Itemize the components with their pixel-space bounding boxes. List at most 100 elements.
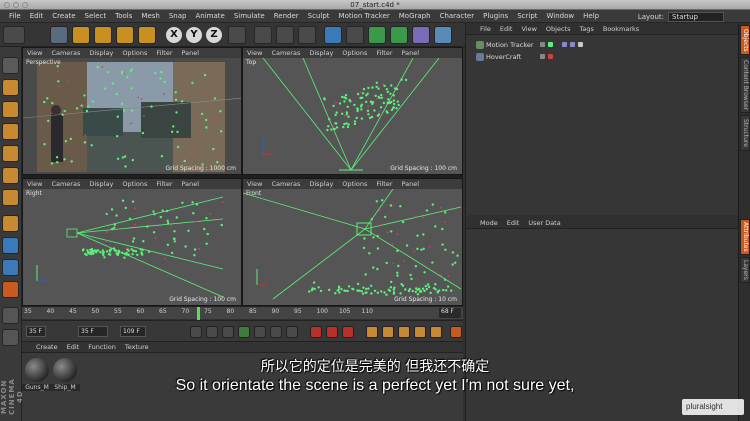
menu-animate[interactable]: Animate — [195, 12, 224, 20]
scale-icon[interactable] — [94, 26, 112, 44]
solo-icon[interactable] — [2, 329, 19, 346]
current-frame-field[interactable]: 68 F — [439, 308, 461, 318]
tweak-mode-icon[interactable] — [2, 237, 19, 254]
rotate-icon[interactable] — [116, 26, 134, 44]
texture-mode-icon[interactable] — [2, 101, 19, 118]
perspective-viewport[interactable]: View Cameras Display Options Filter Panel Per… — [22, 47, 242, 175]
workplane-icon[interactable] — [2, 123, 19, 140]
menu-display[interactable]: Display — [89, 180, 113, 188]
nurbs-icon[interactable] — [368, 26, 386, 44]
timeline-ruler[interactable]: 35 40 45 50 55 60 65 70 75 80 85 90 95 100 105 110 68 F — [22, 306, 463, 320]
key-parameter-icon[interactable] — [414, 326, 426, 338]
material-menu-texture[interactable]: Texture — [125, 343, 149, 351]
menu-display[interactable]: Display — [309, 49, 333, 57]
tab-layers[interactable]: Layers — [740, 257, 750, 283]
previous-key-icon[interactable] — [206, 326, 218, 338]
polygons-mode-icon[interactable] — [2, 189, 19, 206]
menu-select[interactable]: Select — [85, 12, 107, 20]
menu-options[interactable]: Options — [342, 180, 367, 188]
object-menu-view[interactable]: View — [521, 25, 536, 33]
menu-panel[interactable]: Panel — [182, 49, 200, 57]
start-frame-field[interactable]: 35 F — [26, 326, 46, 337]
menu-options[interactable]: Options — [122, 49, 147, 57]
key-rotation-icon[interactable] — [398, 326, 410, 338]
menu-cameras[interactable]: Cameras — [271, 49, 300, 57]
menu-plugins[interactable]: Plugins — [483, 12, 508, 20]
menu-cameras[interactable]: Cameras — [271, 180, 300, 188]
goto-end-icon[interactable] — [286, 326, 298, 338]
top-viewport[interactable]: View Cameras Display Options Filter Panel Top… — [242, 47, 463, 175]
menu-file[interactable]: File — [9, 12, 21, 20]
menu-panel[interactable]: Panel — [402, 180, 420, 188]
undo-icon[interactable] — [3, 26, 25, 44]
tab-objects[interactable]: Objects — [740, 25, 750, 55]
x-axis-button[interactable]: X — [166, 27, 182, 43]
array-icon[interactable] — [390, 26, 408, 44]
current-frame-cursor[interactable] — [197, 307, 200, 320]
menu-view[interactable]: View — [247, 180, 262, 188]
spline-pen-icon[interactable] — [346, 26, 364, 44]
menu-simulate[interactable]: Simulate — [234, 12, 265, 20]
end-frame-field[interactable]: 109 F — [120, 326, 146, 337]
menu-mesh[interactable]: Mesh — [141, 12, 159, 20]
object-menu-tags[interactable]: Tags — [579, 25, 593, 33]
menu-filter[interactable]: Filter — [376, 180, 392, 188]
attribute-menu-mode[interactable]: Mode — [480, 219, 498, 227]
tag-icon[interactable] — [578, 42, 583, 47]
menu-panel[interactable]: Panel — [402, 49, 420, 57]
material-menu-edit[interactable]: Edit — [67, 343, 80, 351]
object-menu-edit[interactable]: Edit — [500, 25, 513, 33]
enable-check[interactable] — [548, 54, 553, 59]
menu-display[interactable]: Display — [89, 49, 113, 57]
menu-cameras[interactable]: Cameras — [51, 49, 80, 57]
floor-icon[interactable] — [434, 26, 452, 44]
object-menu-objects[interactable]: Objects — [546, 25, 571, 33]
menu-view[interactable]: View — [27, 180, 42, 188]
menu-display[interactable]: Display — [309, 180, 333, 188]
world-coordinates-icon[interactable] — [228, 26, 246, 44]
cube-icon[interactable] — [324, 26, 342, 44]
visibility-dot[interactable] — [540, 54, 545, 59]
key-position-icon[interactable] — [366, 326, 378, 338]
preview-start-field[interactable]: 35 F — [78, 326, 108, 337]
material-menu-function[interactable]: Function — [88, 343, 116, 351]
next-key-icon[interactable] — [270, 326, 282, 338]
autokey-icon[interactable] — [326, 326, 338, 338]
y-axis-button[interactable]: Y — [186, 27, 202, 43]
menu-motion-tracker[interactable]: Motion Tracker — [339, 12, 390, 20]
object-menu-file[interactable]: File — [480, 25, 491, 33]
locked-workplane-icon[interactable] — [2, 281, 19, 298]
object-name[interactable]: HoverCraft — [486, 53, 521, 61]
front-viewport[interactable]: View Cameras Display Options Filter Panel Fro… — [242, 178, 463, 306]
menu-window[interactable]: Window — [547, 12, 575, 20]
points-mode-icon[interactable] — [2, 145, 19, 162]
menu-panel[interactable]: Panel — [182, 180, 200, 188]
menu-create[interactable]: Create — [52, 12, 75, 20]
tab-attributes[interactable]: Attributes — [740, 219, 750, 255]
attribute-menu-edit[interactable]: Edit — [507, 219, 520, 227]
object-row-motion-tracker[interactable]: Motion Tracker — [466, 40, 738, 50]
enable-check[interactable] — [548, 42, 553, 47]
next-frame-icon[interactable] — [254, 326, 266, 338]
z-axis-button[interactable]: Z — [206, 27, 222, 43]
object-mode-icon[interactable] — [2, 79, 19, 96]
timeline-window-icon[interactable] — [450, 326, 462, 338]
tab-content-browser[interactable]: Content Browser — [740, 57, 750, 113]
play-icon[interactable] — [238, 326, 250, 338]
tag-icon[interactable] — [570, 42, 575, 47]
axis-mode-icon[interactable] — [2, 215, 19, 232]
model-mode-icon[interactable] — [2, 57, 19, 74]
menu-mograph[interactable]: MoGraph — [399, 12, 431, 20]
planar-workplane-icon[interactable] — [2, 307, 19, 324]
attribute-menu-user-data[interactable]: User Data — [528, 219, 560, 227]
menu-filter[interactable]: Filter — [156, 180, 172, 188]
goto-start-icon[interactable] — [190, 326, 202, 338]
record-icon[interactable] — [310, 326, 322, 338]
deformer-icon[interactable] — [412, 26, 430, 44]
object-name[interactable]: Motion Tracker — [486, 41, 534, 49]
menu-script[interactable]: Script — [517, 12, 537, 20]
layout-dropdown[interactable]: Startup — [668, 12, 724, 22]
tab-structure[interactable]: Structure — [740, 115, 750, 151]
layout-selector[interactable]: Layout: Startup — [638, 12, 724, 22]
menu-options[interactable]: Options — [122, 180, 147, 188]
